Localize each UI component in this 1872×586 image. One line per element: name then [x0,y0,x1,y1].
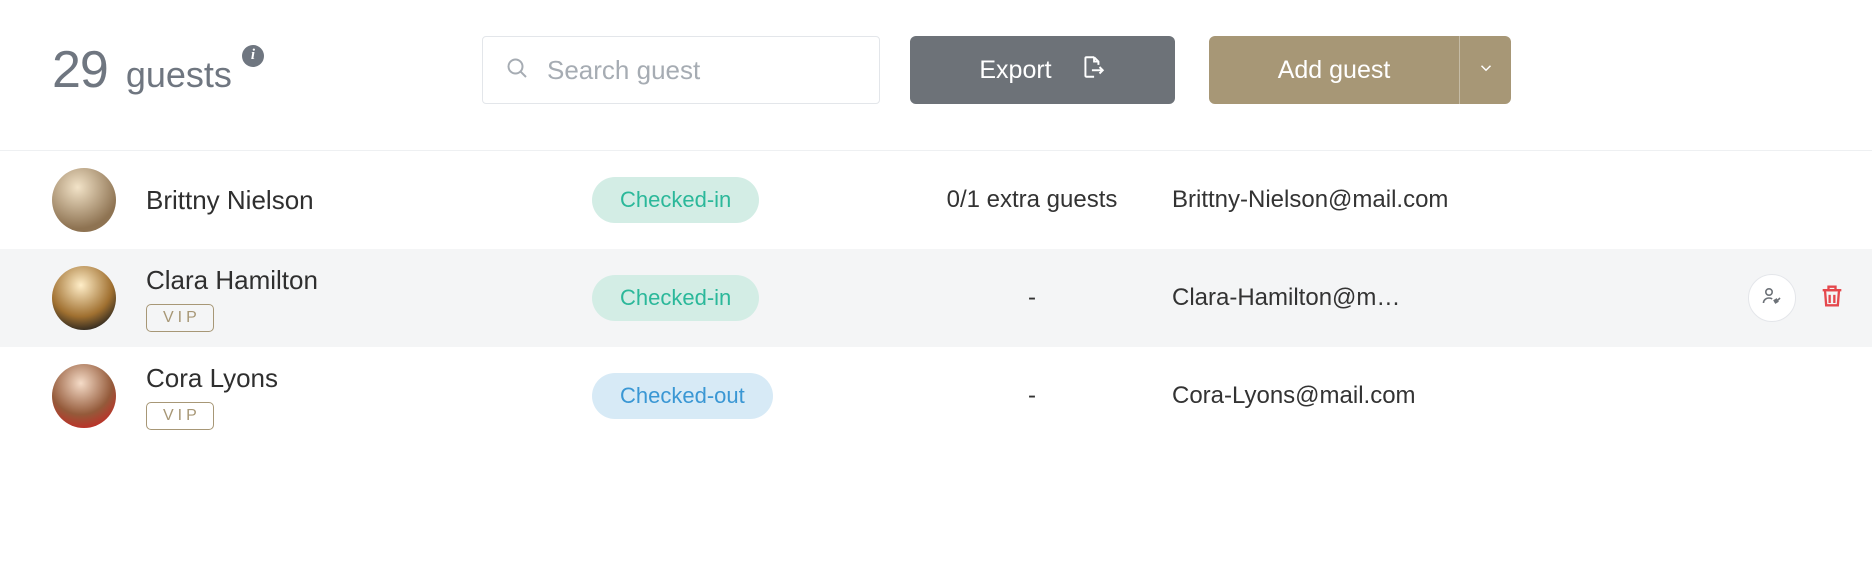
guest-row[interactable]: Cora Lyons VIP Checked-out - Cora-Lyons@… [0,347,1872,445]
status-badge: Checked-out [592,373,773,419]
guest-identity-cell: Brittny Nielson [52,168,592,232]
trash-icon [1818,282,1846,315]
guest-identity-cell: Clara Hamilton VIP [52,265,592,332]
search-input[interactable] [547,55,857,86]
status-cell: Checked-out [592,373,892,419]
add-guest-split-button: Add guest [1209,36,1511,104]
guest-name-block: Clara Hamilton VIP [146,265,318,332]
guest-email: Clara-Hamilton@m… [1172,284,1696,312]
status-cell: Checked-in [592,275,892,321]
export-button-label: Export [979,56,1051,85]
status-badge: Checked-in [592,275,759,321]
guest-count-block: 29 guests i [52,40,482,100]
guest-count-label: guests [126,54,232,96]
extra-guests-cell: 0/1 extra guests [892,186,1172,214]
search-guest-field[interactable] [482,36,880,104]
status-badge: Checked-in [592,177,759,223]
guest-email: Cora-Lyons@mail.com [1172,382,1696,410]
vip-badge: VIP [146,304,214,332]
delete-guest-button[interactable] [1818,282,1846,315]
guest-identity-cell: Cora Lyons VIP [52,363,592,430]
header-bar: 29 guests i Export [0,0,1872,151]
export-button[interactable]: Export [910,36,1175,104]
avatar[interactable] [52,266,116,330]
guest-name-block: Brittny Nielson [146,185,314,216]
guest-list: Brittny Nielson Checked-in 0/1 extra gue… [0,151,1872,445]
add-guest-dropdown-toggle[interactable] [1459,36,1511,104]
guest-row[interactable]: Clara Hamilton VIP Checked-in - Clara-Ha… [0,249,1872,347]
add-guest-label: Add guest [1278,56,1391,85]
extra-guests-cell: - [892,382,1172,410]
edit-guest-button[interactable] [1748,274,1796,322]
guest-name: Cora Lyons [146,363,278,394]
search-icon [505,56,529,85]
guest-row[interactable]: Brittny Nielson Checked-in 0/1 extra gue… [0,151,1872,249]
vip-badge: VIP [146,402,214,430]
info-icon[interactable]: i [242,45,264,67]
avatar[interactable] [52,364,116,428]
guest-name: Brittny Nielson [146,185,314,216]
guest-count: 29 [52,40,108,100]
guest-name: Clara Hamilton [146,265,318,296]
export-icon [1080,54,1106,87]
guest-name-block: Cora Lyons VIP [146,363,278,430]
row-actions [1696,274,1846,322]
chevron-down-icon [1477,59,1495,82]
avatar[interactable] [52,168,116,232]
guest-email: Brittny-Nielson@mail.com [1172,186,1696,214]
edit-user-icon [1760,284,1784,313]
status-cell: Checked-in [592,177,892,223]
extra-guests-cell: - [892,284,1172,312]
add-guest-button[interactable]: Add guest [1209,36,1459,104]
